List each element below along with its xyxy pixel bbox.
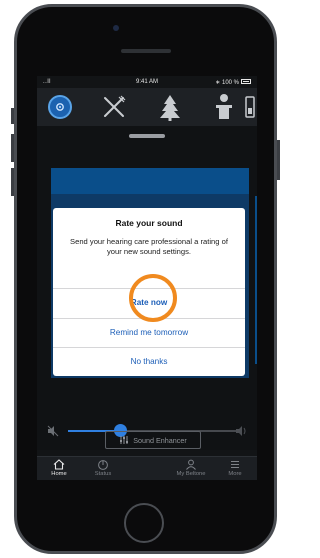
program-outdoor[interactable]: [155, 88, 185, 126]
tab-status[interactable]: Status: [81, 457, 125, 480]
sound-enhancer-button[interactable]: Sound Enhancer: [105, 431, 201, 449]
tab-label-more: More: [228, 471, 242, 477]
divider: [53, 347, 245, 348]
person-icon: [186, 459, 196, 470]
battery-icon: [241, 79, 251, 84]
no-thanks-button[interactable]: No thanks: [53, 349, 245, 375]
home-button[interactable]: [124, 503, 164, 543]
program-bar: [37, 88, 257, 126]
tab-label-my-beltone: My Beltone: [176, 471, 206, 477]
tab-home[interactable]: Home: [37, 457, 81, 480]
dimmed-card-header: [51, 168, 249, 194]
scrollbar[interactable]: [255, 196, 257, 364]
app-screen: ..ll 9:41 AM ∗ 100 % Rate your sound Sen…: [37, 76, 257, 480]
status-icon: [98, 460, 108, 470]
volume-mute-icon: [47, 425, 59, 437]
home-icon: [53, 459, 65, 470]
sound-enhancer-label: Sound Enhancer: [133, 435, 187, 445]
equalizer-icon: [120, 436, 129, 444]
program-restaurant[interactable]: [99, 88, 129, 126]
home-content: Rate your sound Send your hearing care p…: [37, 126, 257, 450]
sliders-icon: [245, 96, 255, 118]
remind-tomorrow-button[interactable]: Remind me tomorrow: [53, 320, 245, 346]
tab-more[interactable]: More: [213, 457, 257, 480]
battery-percent: ∗ 100 %: [215, 80, 239, 86]
dialog-message: Send your hearing care professional a ra…: [70, 237, 228, 256]
phone-frame: ..ll 9:41 AM ∗ 100 % Rate your sound Sen…: [14, 4, 277, 554]
front-camera: [113, 25, 119, 31]
tab-my-beltone[interactable]: My Beltone: [169, 457, 213, 480]
program-hearing-aid[interactable]: [47, 88, 73, 126]
dialog-title: Rate your sound: [115, 218, 183, 228]
volume-high-icon: [236, 426, 246, 436]
program-lecture[interactable]: [209, 88, 239, 126]
tab-label-status: Status: [94, 471, 112, 477]
highlight-circle: [129, 274, 177, 322]
tab-bar: Home Status My Beltone More: [37, 456, 257, 480]
tree-icon: [160, 95, 180, 121]
drag-handle[interactable]: [129, 134, 165, 138]
fork-knife-icon: [104, 95, 126, 117]
podium-icon: [216, 94, 232, 119]
program-more[interactable]: [244, 88, 256, 126]
menu-icon: [231, 461, 239, 468]
earpiece-speaker: [121, 49, 171, 53]
power-button: [277, 140, 280, 180]
hearing-aid-icon: [48, 95, 72, 119]
tab-label-home: Home: [51, 471, 67, 477]
rate-sound-dialog: Rate your sound Send your hearing care p…: [53, 208, 245, 376]
status-bar: ..ll 9:41 AM ∗ 100 %: [37, 76, 257, 88]
